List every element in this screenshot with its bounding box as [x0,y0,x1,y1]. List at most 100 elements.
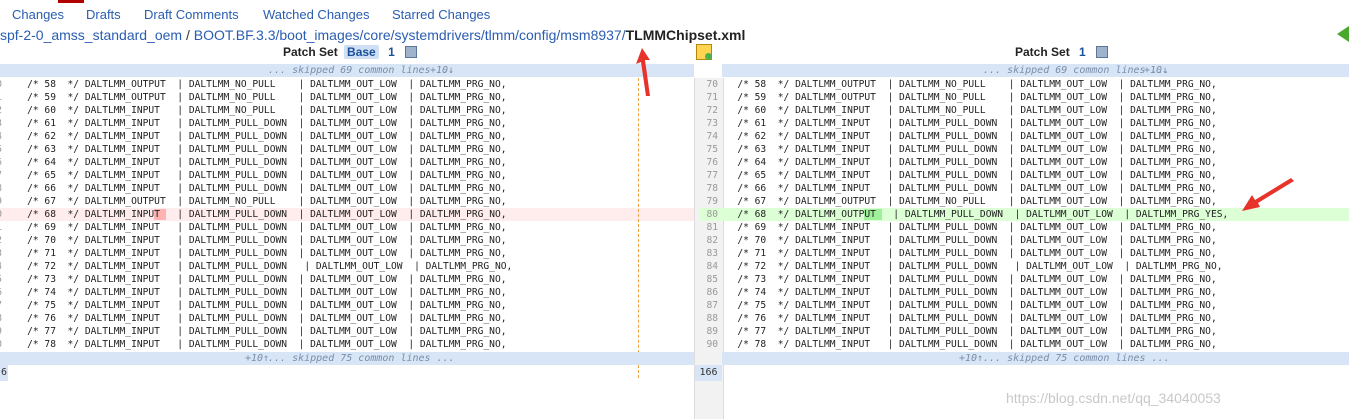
line-number[interactable]: 1 [0,91,2,104]
expand-up-link[interactable]: +10↑ [245,352,269,365]
skip-bar-top-right[interactable]: ... skipped 69 common lines ... +10↓ [722,64,1349,77]
code-line[interactable]: 75 /* 63 */ DALTLMM_INPUT | DALTLMM_PULL… [700,143,1349,156]
line-number[interactable]: 77 [698,169,718,182]
path-project-link[interactable]: spf-2-0_amss_standard_oem [0,27,182,43]
expand-up-link[interactable]: +10↑ [959,352,983,365]
line-number[interactable]: 71 [698,91,718,104]
line-number[interactable]: 9 [0,195,2,208]
skip-bar-bottom-left[interactable]: +10↑ ... skipped 75 common lines ... [0,352,694,365]
code-line[interactable]: 3 /* 71 */ DALTLMM_INPUT | DALTLMM_PULL_… [0,247,694,260]
code-line[interactable]: 5 /* 63 */ DALTLMM_INPUT | DALTLMM_PULL_… [0,143,694,156]
line-number[interactable]: 1 [0,221,2,234]
code-line[interactable]: 2 /* 70 */ DALTLMM_INPUT | DALTLMM_PULL_… [0,234,694,247]
code-line[interactable]: 1 /* 59 */ DALTLMM_OUTPUT | DALTLMM_NO_P… [0,91,694,104]
code-line[interactable]: 5 /* 73 */ DALTLMM_INPUT | DALTLMM_PULL_… [0,273,694,286]
code-line[interactable]: 83 /* 71 */ DALTLMM_INPUT | DALTLMM_PULL… [700,247,1349,260]
code-line[interactable]: 74 /* 62 */ DALTLMM_INPUT | DALTLMM_PULL… [700,130,1349,143]
line-number[interactable]: 76 [698,156,718,169]
line-number[interactable]: 2 [0,104,2,117]
line-number[interactable]: 82 [698,234,718,247]
code-line[interactable]: 4 /* 62 */ DALTLMM_INPUT | DALTLMM_PULL_… [0,130,694,143]
line-number[interactable]: 81 [698,221,718,234]
line-number[interactable]: 72 [698,104,718,117]
nav-watched-changes[interactable]: Watched Changes [263,7,369,22]
code-line[interactable]: 2 /* 60 */ DALTLMM_INPUT | DALTLMM_NO_PU… [0,104,694,117]
code-line[interactable]: 9 /* 67 */ DALTLMM_OUTPUT | DALTLMM_NO_P… [0,195,694,208]
code-line[interactable]: 84 /* 72 */ DALTLMM_INPUT | DALTLMM_PULL… [700,260,1349,273]
expand-down-link[interactable]: +10↓ [430,64,454,77]
code-line[interactable]: 86 /* 74 */ DALTLMM_INPUT | DALTLMM_PULL… [700,286,1349,299]
code-line[interactable]: 71 /* 59 */ DALTLMM_OUTPUT | DALTLMM_NO_… [700,91,1349,104]
code-line[interactable]: 1 /* 69 */ DALTLMM_INPUT | DALTLMM_PULL_… [0,221,694,234]
code-line[interactable]: 6 /* 64 */ DALTLMM_INPUT | DALTLMM_PULL_… [0,156,694,169]
line-number[interactable]: 9 [0,325,2,338]
line-number[interactable]: 89 [698,325,718,338]
code-line[interactable]: 3 /* 61 */ DALTLMM_INPUT | DALTLMM_PULL_… [0,117,694,130]
line-number[interactable]: 5 [0,273,2,286]
line-number[interactable]: 84 [698,260,718,273]
code-line[interactable]: 72 /* 60 */ DALTLMM_INPUT | DALTLMM_NO_P… [700,104,1349,117]
expand-down-link[interactable]: +10↓ [1144,64,1168,77]
code-line[interactable]: 8 /* 76 */ DALTLMM_INPUT | DALTLMM_PULL_… [0,312,694,325]
line-number[interactable]: 75 [698,143,718,156]
right-patchset-1-button[interactable]: 1 [1076,45,1089,59]
line-number[interactable]: 4 [0,260,2,273]
line-number[interactable]: 88 [698,312,718,325]
path-dir-link[interactable]: BOOT.BF.3.3/boot_images/core/systemdrive… [194,27,626,43]
line-number[interactable]: 6 [0,286,2,299]
download-icon[interactable] [1096,46,1109,58]
line-number[interactable]: 3 [0,117,2,130]
code-line[interactable]: 76 /* 64 */ DALTLMM_INPUT | DALTLMM_PULL… [700,156,1349,169]
line-number[interactable]: 5 [0,143,2,156]
line-number[interactable]: 85 [698,273,718,286]
line-number[interactable]: 0 [0,208,2,221]
code-line[interactable]: 90 /* 78 */ DALTLMM_INPUT | DALTLMM_PULL… [700,338,1349,351]
line-number[interactable]: 0 [0,78,2,91]
code-line[interactable]: 73 /* 61 */ DALTLMM_INPUT | DALTLMM_PULL… [700,117,1349,130]
line-number[interactable]: 83 [698,247,718,260]
code-line[interactable]: 0 /* 78 */ DALTLMM_INPUT | DALTLMM_PULL_… [0,338,694,351]
line-number[interactable]: 8 [0,312,2,325]
skip-bar-top-left[interactable]: ... skipped 69 common lines ... +10↓ [0,64,694,77]
code-line[interactable]: 87 /* 75 */ DALTLMM_INPUT | DALTLMM_PULL… [700,299,1349,312]
code-line[interactable]: 88 /* 76 */ DALTLMM_INPUT | DALTLMM_PULL… [700,312,1349,325]
code-line[interactable]: 9 /* 77 */ DALTLMM_INPUT | DALTLMM_PULL_… [0,325,694,338]
line-number[interactable]: 8 [0,182,2,195]
line-number[interactable]: 7 [0,299,2,312]
line-number[interactable]: 6 [0,156,2,169]
line-number[interactable]: 4 [0,130,2,143]
code-line[interactable]: 0 /* 58 */ DALTLMM_OUTPUT | DALTLMM_NO_P… [0,78,694,91]
line-number[interactable]: 86 [698,286,718,299]
nav-drafts[interactable]: Drafts [86,7,121,22]
code-line[interactable]: 82 /* 70 */ DALTLMM_INPUT | DALTLMM_PULL… [700,234,1349,247]
line-number[interactable]: 70 [698,78,718,91]
code-line[interactable]: 4 /* 72 */ DALTLMM_INPUT | DALTLMM_PULL_… [0,260,694,273]
line-number[interactable]: 90 [698,338,718,351]
code-line[interactable]: 7 /* 65 */ DALTLMM_INPUT | DALTLMM_PULL_… [0,169,694,182]
code-line[interactable]: 8 /* 66 */ DALTLMM_INPUT | DALTLMM_PULL_… [0,182,694,195]
line-number[interactable]: 73 [698,117,718,130]
deleted-line[interactable]: 0 /* 68 */ DALTLMM_INPUT | DALTLMM_PULL_… [0,208,694,221]
skip-bar-bottom-right[interactable]: +10↑ ... skipped 75 common lines ... [722,352,1349,365]
line-number[interactable]: 74 [698,130,718,143]
left-patchset-1-button[interactable]: 1 [385,45,398,59]
line-number[interactable]: 79 [698,195,718,208]
nav-starred-changes[interactable]: Starred Changes [392,7,490,22]
line-number[interactable]: 0 [0,338,2,351]
next-file-arrow-icon[interactable] [1337,26,1349,42]
line-number[interactable]: 2 [0,234,2,247]
line-number[interactable]: 80 [698,208,718,221]
base-button[interactable]: Base [344,45,379,59]
code-line[interactable]: 7 /* 75 */ DALTLMM_INPUT | DALTLMM_PULL_… [0,299,694,312]
code-line[interactable]: 85 /* 73 */ DALTLMM_INPUT | DALTLMM_PULL… [700,273,1349,286]
nav-draft-comments[interactable]: Draft Comments [144,7,239,22]
nav-changes[interactable]: Changes [12,7,64,22]
line-number[interactable]: 87 [698,299,718,312]
line-number[interactable]: 3 [0,247,2,260]
code-line[interactable]: 81 /* 69 */ DALTLMM_INPUT | DALTLMM_PULL… [700,221,1349,234]
download-icon[interactable] [405,46,418,58]
code-line[interactable]: 89 /* 77 */ DALTLMM_INPUT | DALTLMM_PULL… [700,325,1349,338]
add-comment-icon[interactable] [696,44,712,60]
code-line[interactable]: 6 /* 74 */ DALTLMM_INPUT | DALTLMM_PULL_… [0,286,694,299]
code-line[interactable]: 70 /* 58 */ DALTLMM_OUTPUT | DALTLMM_NO_… [700,78,1349,91]
